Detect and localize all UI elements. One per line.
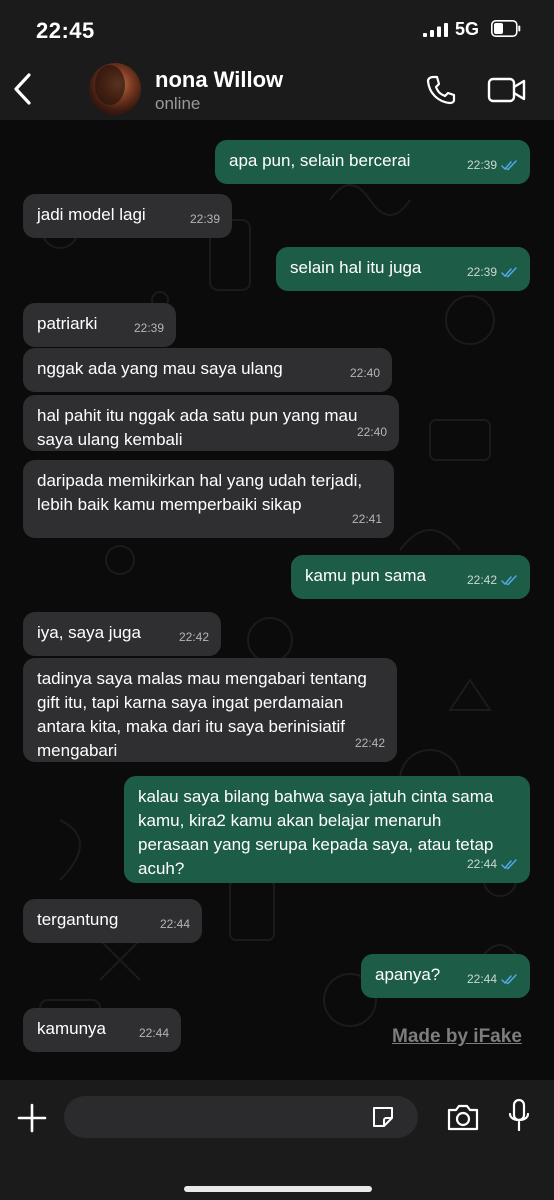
message-text: apa pun, selain bercerai (229, 151, 411, 170)
message-incoming[interactable]: daripada memikirkan hal yang udah terjad… (23, 460, 394, 538)
message-text: selain hal itu juga (290, 258, 422, 277)
message-meta: 22:44 (467, 852, 518, 876)
message-incoming[interactable]: iya, saya juga 22:42 (23, 612, 221, 656)
message-time: 22:44 (466, 972, 497, 986)
read-receipt-icon (501, 858, 517, 869)
message-time: 22:44 (138, 1026, 169, 1040)
message-meta: 22:39 (467, 260, 518, 284)
message-incoming[interactable]: patriarki 22:39 (23, 303, 176, 347)
message-time: 22:42 (178, 630, 209, 644)
message-text: apanya? (375, 965, 441, 984)
contact-status: online (155, 94, 201, 113)
contact-name[interactable]: nona Willow (155, 67, 283, 93)
back-chevron-icon[interactable] (12, 72, 34, 106)
phone-icon[interactable] (426, 75, 456, 105)
message-outgoing[interactable]: selain hal itu juga 22:39 (276, 247, 530, 291)
watermark: Made by iFake (392, 1026, 522, 1047)
message-text: kamu pun sama (305, 566, 426, 585)
message-meta: 22:39 (134, 316, 164, 340)
message-meta: 22:42 (355, 731, 385, 755)
message-incoming[interactable]: tadinya saya malas mau mengabari tentang… (23, 658, 397, 762)
message-text: kalau saya bilang bahwa saya jatuh cinta… (138, 787, 499, 878)
message-incoming[interactable]: tergantung 22:44 (23, 899, 202, 943)
message-text: hal pahit itu nggak ada satu pun yang ma… (37, 406, 363, 449)
message-time: 22:41 (351, 512, 382, 526)
clock: 22:45 (36, 18, 95, 43)
video-icon[interactable] (487, 76, 527, 104)
message-meta: 22:42 (179, 625, 209, 649)
read-receipt-icon (501, 973, 517, 984)
message-time: 22:39 (133, 321, 164, 335)
message-incoming[interactable]: jadi model lagi 22:39 (23, 194, 232, 238)
message-text: tergantung (37, 910, 119, 929)
sticker-icon[interactable] (370, 1104, 396, 1130)
message-meta: 22:39 (190, 207, 220, 231)
message-input[interactable] (64, 1096, 418, 1138)
message-meta: 22:40 (357, 420, 387, 444)
message-outgoing[interactable]: kamu pun sama 22:42 (291, 555, 530, 599)
message-text: iya, saya juga (37, 623, 141, 642)
message-time: 22:44 (159, 917, 190, 931)
message-time: 22:39 (189, 212, 220, 226)
message-text: daripada memikirkan hal yang udah terjad… (37, 471, 367, 514)
message-text: tadinya saya malas mau mengabari tentang… (37, 669, 372, 760)
signal-icon (423, 23, 448, 37)
read-receipt-icon (501, 159, 517, 170)
message-incoming[interactable]: kamunya 22:44 (23, 1008, 181, 1052)
message-text: patriarki (37, 314, 98, 333)
home-indicator (184, 1186, 372, 1192)
plus-icon[interactable] (16, 1102, 48, 1134)
avatar[interactable] (89, 63, 141, 115)
mic-icon[interactable] (508, 1098, 530, 1134)
chat-header: nona Willow online (0, 58, 554, 121)
message-meta: 22:44 (160, 912, 190, 936)
message-time: 22:44 (466, 857, 497, 871)
read-receipt-icon (501, 574, 517, 585)
message-text: nggak ada yang mau saya ulang (37, 359, 283, 378)
message-incoming[interactable]: nggak ada yang mau saya ulang 22:40 (23, 348, 392, 392)
message-outgoing[interactable]: kalau saya bilang bahwa saya jatuh cinta… (124, 776, 530, 883)
message-time: 22:39 (466, 265, 497, 279)
message-meta: 22:44 (467, 967, 518, 991)
message-time: 22:40 (349, 366, 380, 380)
message-text: jadi model lagi (37, 205, 146, 224)
read-receipt-icon (501, 266, 517, 277)
status-bar: 22:45 5G (0, 0, 554, 58)
input-bar (0, 1080, 554, 1200)
message-text: kamunya (37, 1019, 106, 1038)
battery-icon (491, 20, 521, 37)
camera-icon[interactable] (446, 1102, 480, 1132)
message-meta: 22:40 (350, 361, 380, 385)
network-label: 5G (455, 19, 480, 39)
message-meta: 22:41 (352, 507, 382, 531)
message-meta: 22:39 (467, 153, 518, 177)
message-outgoing[interactable]: apa pun, selain bercerai 22:39 (215, 140, 530, 184)
message-outgoing[interactable]: apanya? 22:44 (361, 954, 530, 998)
message-time: 22:42 (354, 736, 385, 750)
message-incoming[interactable]: hal pahit itu nggak ada satu pun yang ma… (23, 395, 399, 451)
message-time: 22:39 (466, 158, 497, 172)
chat-area[interactable]: apa pun, selain bercerai 22:39 jadi mode… (0, 120, 554, 1080)
message-time: 22:40 (356, 425, 387, 439)
message-meta: 22:42 (467, 568, 518, 592)
message-meta: 22:44 (139, 1021, 169, 1045)
message-time: 22:42 (466, 573, 497, 587)
